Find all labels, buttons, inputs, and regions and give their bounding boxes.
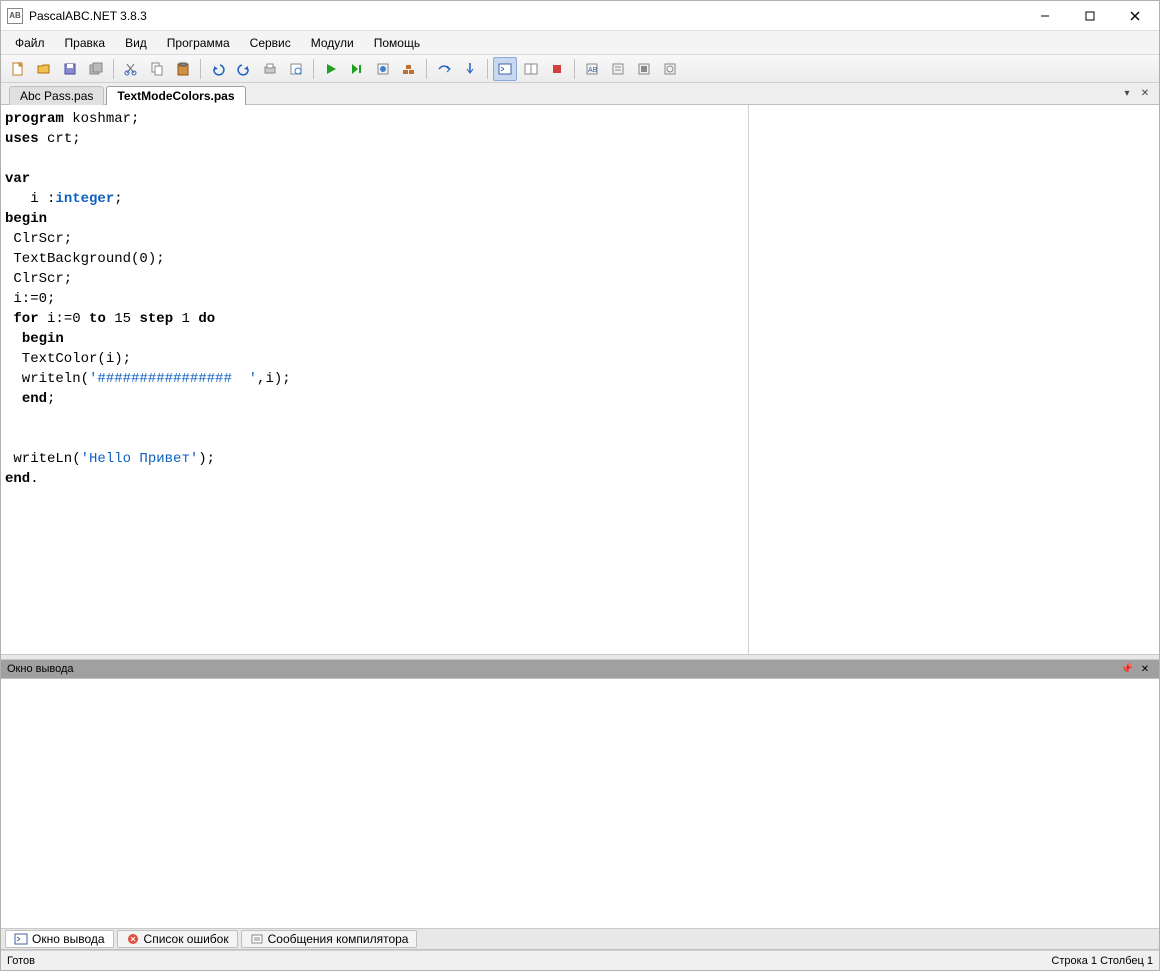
print-button[interactable] [258,57,282,81]
file-tabstrip: Abc Pass.pas TextModeColors.pas ▾ ✕ [1,83,1159,105]
app-icon: AB [7,8,23,24]
open-file-button[interactable] [32,57,56,81]
svg-text:AB: AB [588,67,598,74]
toolbar-separator [200,59,201,79]
titlebar: AB PascalABC.NET 3.8.3 [1,1,1159,31]
save-file-button[interactable] [58,57,82,81]
menu-modules[interactable]: Модули [301,34,364,52]
step-over-button[interactable] [432,57,456,81]
step-into-button[interactable] [458,57,482,81]
bottom-tab-errors[interactable]: Список ошибок [117,930,238,948]
status-col-label: Столбец [1100,955,1144,967]
menu-view[interactable]: Вид [115,34,157,52]
tabs-close-icon[interactable]: ✕ [1137,85,1153,101]
statusbar: Готов Строка 1 Столбец 1 [1,950,1159,970]
menubar: Файл Правка Вид Программа Сервис Модули … [1,31,1159,55]
compile-button[interactable] [371,57,395,81]
window-controls [1022,2,1157,30]
kw-end: end [5,471,30,487]
run-button[interactable] [319,57,343,81]
output-panel-body[interactable] [1,678,1159,928]
status-text: Готов [7,955,35,967]
cut-button[interactable] [119,57,143,81]
new-file-button[interactable] [6,57,30,81]
menu-file[interactable]: Файл [5,34,55,52]
string-literal: 'Hello Привет' [81,451,199,467]
compiler-icon [250,932,264,946]
kw-var: var [5,171,30,187]
kw-for: for [13,311,38,327]
undo-button[interactable] [206,57,230,81]
copy-button[interactable] [145,57,169,81]
string-literal: '################ ' [89,371,257,387]
menu-edit[interactable]: Правка [55,34,116,52]
kw-uses: uses [5,131,39,147]
menu-service[interactable]: Сервис [240,34,301,52]
bottom-tab-label: Список ошибок [144,932,229,946]
bottom-tab-compiler[interactable]: Сообщения компилятора [241,930,418,948]
toolbar-separator [574,59,575,79]
build-button[interactable] [397,57,421,81]
kw-step: step [139,311,173,327]
toolbar-separator [487,59,488,79]
status-col-value: 1 [1147,955,1153,967]
errors-icon [126,932,140,946]
kw-program: program [5,111,64,127]
tabs-dropdown-icon[interactable]: ▾ [1119,85,1135,101]
kw-to: to [89,311,106,327]
output-panel-header: Окно вывода 📌 ✕ [1,660,1159,678]
layout-toggle-button[interactable] [519,57,543,81]
toolbar-separator [426,59,427,79]
code-editor[interactable]: program koshmar; uses crt; var i :intege… [1,105,749,654]
paste-button[interactable] [171,57,195,81]
file-tab-active[interactable]: TextModeColors.pas [106,86,245,105]
terminal-toggle-button[interactable] [493,57,517,81]
status-line-value: 1 [1091,955,1097,967]
kw-begin-inner: begin [22,331,64,347]
bottom-tab-output[interactable]: Окно вывода [5,930,114,948]
side-panel [749,105,1159,654]
toolbar-separator [313,59,314,79]
bottom-tab-label: Окно вывода [32,932,105,946]
close-button[interactable] [1112,2,1157,30]
bottom-tabstrip: Окно вывода Список ошибок Сообщения комп… [1,928,1159,950]
run-nodebug-button[interactable] [345,57,369,81]
toolbar-separator [113,59,114,79]
kw-begin: begin [5,211,47,227]
pin-icon[interactable]: 📌 [1119,661,1135,677]
menu-help[interactable]: Помощь [364,34,430,52]
output-icon [14,932,28,946]
stop-button[interactable] [545,57,569,81]
save-all-button[interactable] [84,57,108,81]
tool-c-button[interactable] [632,57,656,81]
minimize-button[interactable] [1022,2,1067,30]
menu-program[interactable]: Программа [157,34,240,52]
kw-end-inner: end [22,391,47,407]
print-preview-button[interactable] [284,57,308,81]
status-line-label: Строка [1051,955,1087,967]
file-tab[interactable]: Abc Pass.pas [9,86,104,105]
toolbar: AB [1,55,1159,83]
maximize-button[interactable] [1067,2,1112,30]
kw-do: do [198,311,215,327]
close-panel-icon[interactable]: ✕ [1137,661,1153,677]
bottom-tab-label: Сообщения компилятора [268,932,409,946]
window-title: PascalABC.NET 3.8.3 [29,9,1022,23]
tool-d-button[interactable] [658,57,682,81]
editor-area: program koshmar; uses crt; var i :intege… [1,105,1159,654]
tool-b-button[interactable] [606,57,630,81]
output-panel-title: Окно вывода [7,663,74,675]
type-integer: integer [55,191,114,207]
redo-button[interactable] [232,57,256,81]
tool-a-button[interactable]: AB [580,57,604,81]
